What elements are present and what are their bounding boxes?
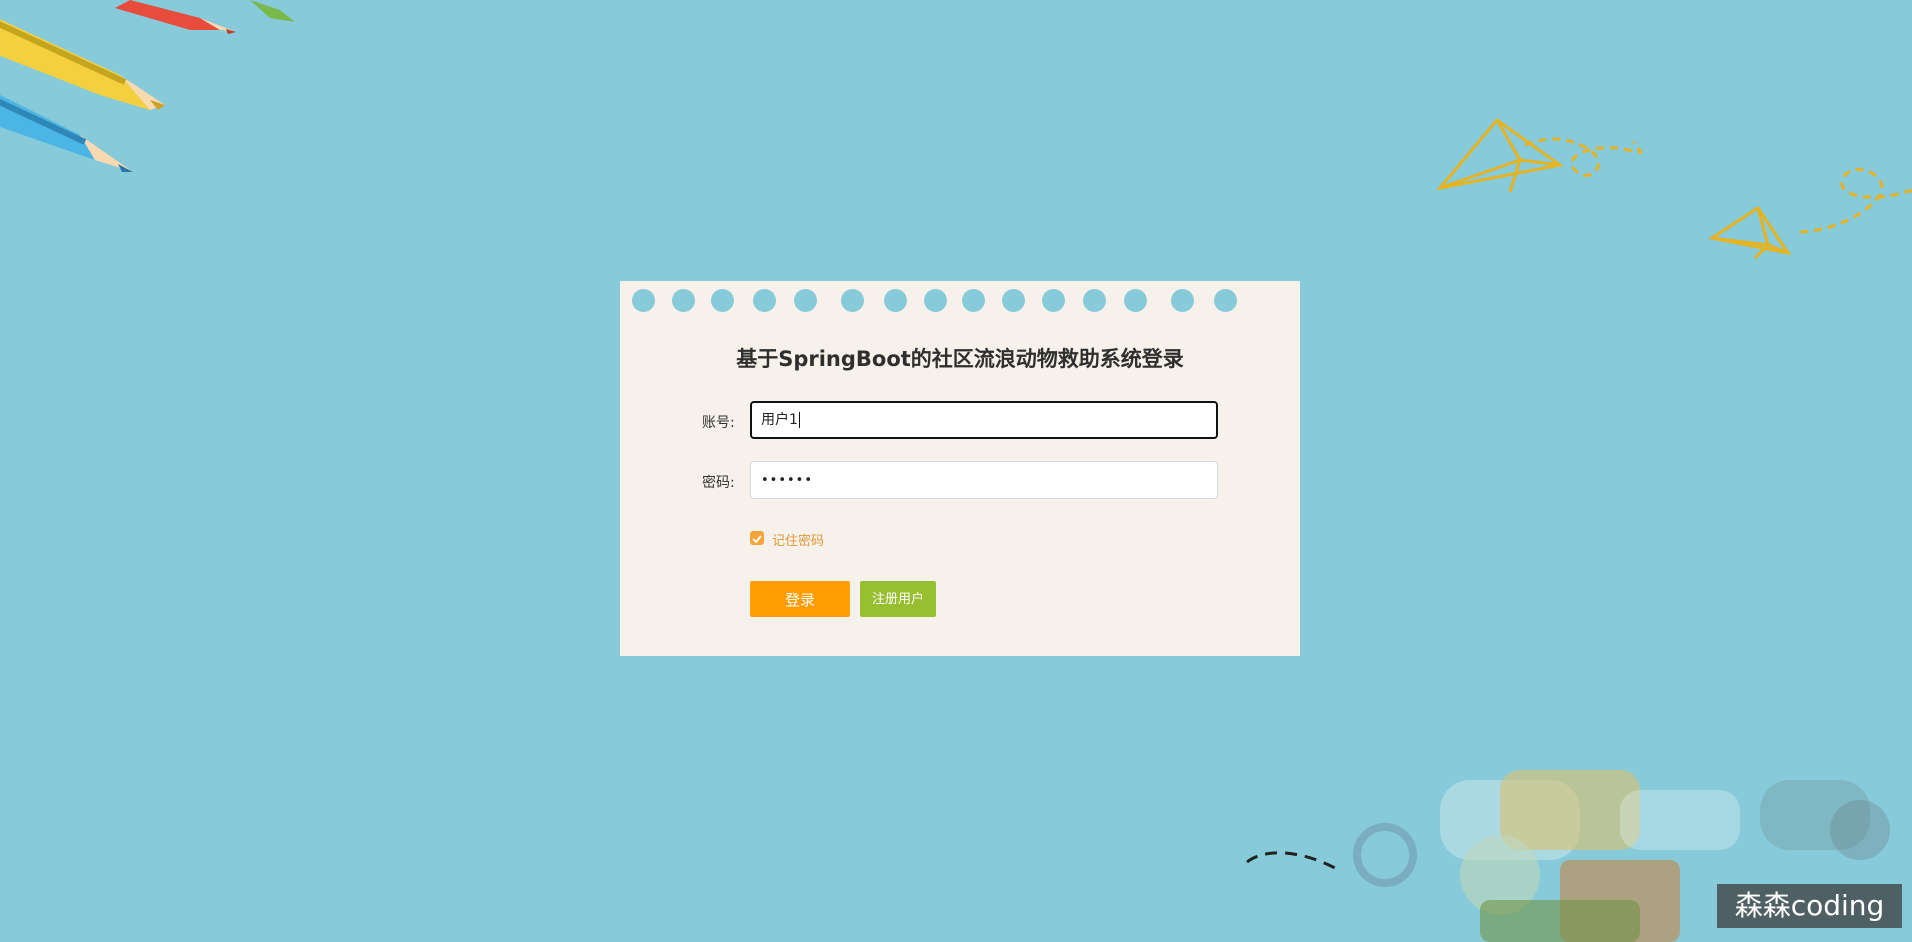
notebook-hole	[924, 289, 947, 312]
checkmark-icon	[752, 535, 762, 544]
remember-checkbox[interactable]	[750, 531, 764, 545]
account-input-value: 用户1	[761, 412, 798, 428]
pencil-icon	[250, 0, 295, 22]
notebook-hole	[794, 289, 817, 312]
watermark: 森森coding	[1717, 884, 1902, 928]
notebook-hole	[841, 289, 864, 312]
notebook-hole	[672, 289, 695, 312]
dashed-path	[1799, 168, 1912, 234]
notebook-hole	[1124, 289, 1147, 312]
notebook-hole	[1002, 289, 1025, 312]
dashed-path	[1246, 851, 1336, 870]
notebook-hole	[711, 289, 734, 312]
login-button[interactable]: 登录	[750, 581, 850, 617]
register-button[interactable]: 注册用户	[860, 581, 936, 617]
notebook-hole	[884, 289, 907, 312]
login-card: 基于SpringBoot的社区流浪动物救助系统登录 账号: 用户1 密码: ••…	[620, 281, 1300, 656]
notebook-hole	[1171, 289, 1194, 312]
text-caret	[798, 412, 800, 428]
password-input-value: ••••••	[761, 473, 814, 488]
notebook-hole	[1083, 289, 1106, 312]
notebook-hole	[962, 289, 985, 312]
notebook-hole	[632, 289, 655, 312]
pencil-icon	[0, 95, 133, 172]
paper-plane-icon	[1708, 205, 1792, 260]
notebook-holes	[620, 281, 1300, 319]
account-input[interactable]: 用户1	[750, 401, 1218, 439]
remember-label: 记住密码	[772, 534, 825, 549]
password-input[interactable]: ••••••	[750, 461, 1218, 499]
paper-plane-icon	[1436, 117, 1564, 193]
notebook-hole	[753, 289, 776, 312]
notebook-hole	[1214, 289, 1237, 312]
pencil-icon	[0, 19, 165, 110]
notebook-hole	[1042, 289, 1065, 312]
page-title: 基于SpringBoot的社区流浪动物救助系统登录	[736, 347, 1184, 371]
pencil-icon	[115, 0, 236, 34]
